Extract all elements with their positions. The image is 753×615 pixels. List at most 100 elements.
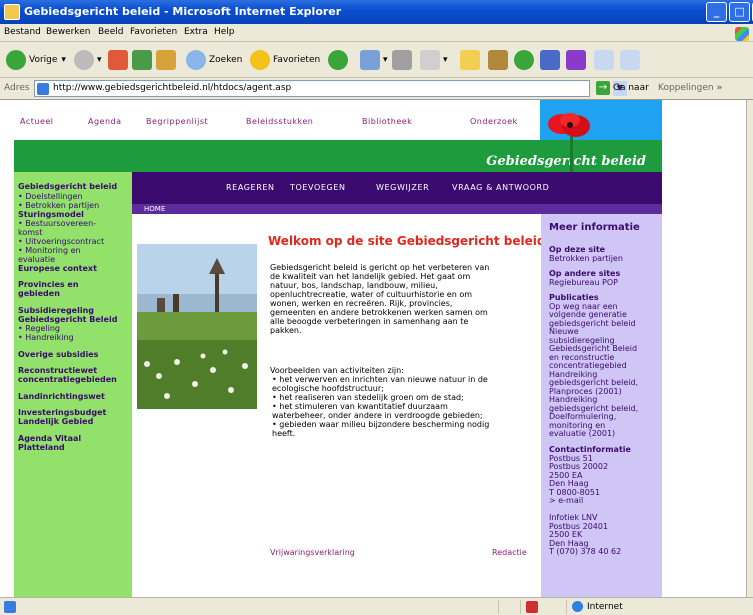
sidebar-item[interactable]: Reconstructiewet: [18, 366, 97, 375]
copy-button[interactable]: [594, 48, 617, 72]
window-title: Gebiedsgericht beleid - Microsoft Intern…: [24, 5, 342, 18]
sidebar-item[interactable]: • Doelstellingen: [18, 192, 83, 201]
intro-line: alle beoogde verbeteringen in samenhang …: [270, 317, 469, 326]
subnav-reageren[interactable]: REAGEREN: [226, 183, 275, 192]
menu-beeld[interactable]: Beeld: [98, 27, 123, 37]
redactie-link[interactable]: Redactie: [492, 548, 527, 557]
links-toolbar[interactable]: Koppelingen »: [658, 83, 722, 93]
stop-icon: [108, 50, 128, 70]
print-button[interactable]: [392, 48, 415, 72]
subnav-vraag-antwoord[interactable]: VRAAG & ANTWOORD: [452, 183, 549, 192]
info-link[interactable]: evaluatie (2001): [549, 429, 615, 439]
sidebar-item[interactable]: Landinrichtingswet: [18, 392, 105, 401]
sidebar-item[interactable]: Europese context: [18, 264, 97, 273]
list-item: • het stimuleren van kwantitatief duurza…: [272, 402, 448, 411]
sidebar-item[interactable]: Gebiedsgericht beleid: [18, 182, 117, 191]
examples-title: Voorbeelden van activiteiten zijn:: [270, 366, 404, 375]
address-input[interactable]: http://www.gebiedsgerichtbeleid.nl/htdoc…: [34, 80, 627, 97]
sidebar-item[interactable]: Agenda Vitaal: [18, 434, 81, 443]
refresh-button[interactable]: [132, 48, 155, 72]
mail-icon: [360, 50, 380, 70]
back-button[interactable]: Vorige ▾: [6, 48, 66, 72]
info-link[interactable]: Betrokken partijen: [549, 254, 623, 264]
nav-beleidsstukken[interactable]: Beleidsstukken: [246, 117, 313, 126]
nav-actueel[interactable]: Actueel: [20, 117, 54, 126]
intro-line: de kwaliteit van het landelijk gebied. H…: [270, 272, 471, 281]
maximize-button[interactable]: □: [729, 2, 750, 22]
copy-icon: [594, 50, 614, 70]
sidebar-item[interactable]: Gebiedsgericht Beleid: [18, 315, 117, 324]
menu-help[interactable]: Help: [214, 27, 235, 37]
intro-line: openluchtrecreatie, water of cultuurhist…: [270, 290, 472, 299]
folder-button[interactable]: [460, 48, 483, 72]
paste-icon: [620, 50, 640, 70]
landscape-photo: [137, 244, 257, 409]
sidebar-item[interactable]: Landelijk Gebied: [18, 417, 93, 426]
sidebar-item[interactable]: Overige subsidies: [18, 350, 98, 359]
search-button[interactable]: Zoeken: [186, 48, 242, 72]
sidebar-item[interactable]: • Bestuursovereen-: [18, 219, 96, 228]
left-sidebar: Gebiedsgericht beleid • Doelstellingen • B…: [14, 172, 132, 597]
subnav-toevoegen[interactable]: TOEVOEGEN: [290, 183, 346, 192]
go-button[interactable]: → Ga naar: [596, 81, 649, 95]
minimize-button[interactable]: _: [706, 2, 727, 22]
info-link[interactable]: > e-mail: [549, 496, 583, 506]
edit-button[interactable]: ▾: [420, 48, 448, 72]
mail-button[interactable]: ▾: [360, 48, 388, 72]
history-icon: [328, 50, 348, 70]
security-icon: [526, 601, 538, 613]
sidebar-item[interactable]: • Handreiking: [18, 333, 74, 342]
favorites-button[interactable]: Favorieten: [250, 48, 320, 72]
page-status-icon: [4, 601, 16, 613]
cut-button[interactable]: [540, 48, 563, 72]
menu-favorieten[interactable]: Favorieten: [130, 27, 177, 37]
forward-button[interactable]: ▾: [74, 48, 102, 72]
sidebar-item[interactable]: Subsidieregeling: [18, 306, 94, 315]
menu-extra[interactable]: Extra: [184, 27, 208, 37]
nav-agenda[interactable]: Agenda: [88, 117, 122, 126]
nav-bibliotheek[interactable]: Bibliotheek: [362, 117, 412, 126]
spell-button[interactable]: [566, 48, 589, 72]
disclaimer-link[interactable]: Vrijwaringsverklaring: [270, 548, 355, 557]
refresh-icon: [132, 50, 152, 70]
sidebar-item[interactable]: gebieden: [18, 289, 60, 298]
sidebar-item[interactable]: • Regeling: [18, 324, 60, 333]
status-bar: Internet: [0, 597, 753, 615]
sidebar-item[interactable]: komst: [18, 228, 42, 237]
vertical-scrollbar[interactable]: [746, 100, 753, 597]
sidebar-item[interactable]: evaluatie: [18, 255, 55, 264]
globe-icon: [572, 601, 583, 612]
research-icon: [488, 50, 508, 70]
sidebar-item[interactable]: Platteland: [18, 443, 65, 452]
history-button[interactable]: [328, 48, 351, 72]
sidebar-item[interactable]: Investeringsbudget: [18, 408, 106, 417]
breadcrumb-home[interactable]: HOME: [144, 205, 165, 213]
home-button[interactable]: [156, 48, 179, 72]
nav-onderzoek[interactable]: Onderzoek: [470, 117, 518, 126]
sidebar-item[interactable]: • Uitvoeringscontract: [18, 237, 104, 246]
sidebar-item[interactable]: • Betrokken partijen: [18, 201, 99, 210]
page-viewport: Actueel Agenda Begrippenlijst Beleidsstu…: [0, 100, 746, 597]
info-column: Meer informatie Op deze site Betrokken par…: [541, 214, 662, 597]
info-title: Meer informatie: [549, 222, 640, 233]
sidebar-item[interactable]: Sturingsmodel: [18, 210, 84, 219]
research-button[interactable]: [488, 48, 511, 72]
info-link[interactable]: Regiebureau POP: [549, 278, 618, 288]
paste-button[interactable]: [620, 48, 643, 72]
menu-bewerken[interactable]: Bewerken: [46, 27, 90, 37]
folder-icon: [460, 50, 480, 70]
menu-bestand[interactable]: Bestand: [4, 27, 41, 37]
stop-button[interactable]: [108, 48, 131, 72]
subnav-wegwijzer[interactable]: WEGWIJZER: [376, 183, 429, 192]
address-label: Adres: [4, 83, 30, 93]
nav-begrippenlijst[interactable]: Begrippenlijst: [146, 117, 208, 126]
zone-label: Internet: [587, 601, 623, 612]
sidebar-item[interactable]: concentratiegebieden: [18, 375, 117, 384]
breadcrumb: HOME: [132, 204, 662, 214]
sidebar-item[interactable]: • Monitoring en: [18, 246, 81, 255]
sidebar-item[interactable]: Provincies en: [18, 280, 79, 289]
toolbar: Vorige ▾ ▾ Zoeken Favorieten ▾ ▾: [0, 42, 753, 78]
info-link[interactable]: T (070) 378 40 62: [549, 547, 621, 557]
back-label: Vorige: [29, 55, 58, 65]
messenger-button[interactable]: [514, 48, 537, 72]
